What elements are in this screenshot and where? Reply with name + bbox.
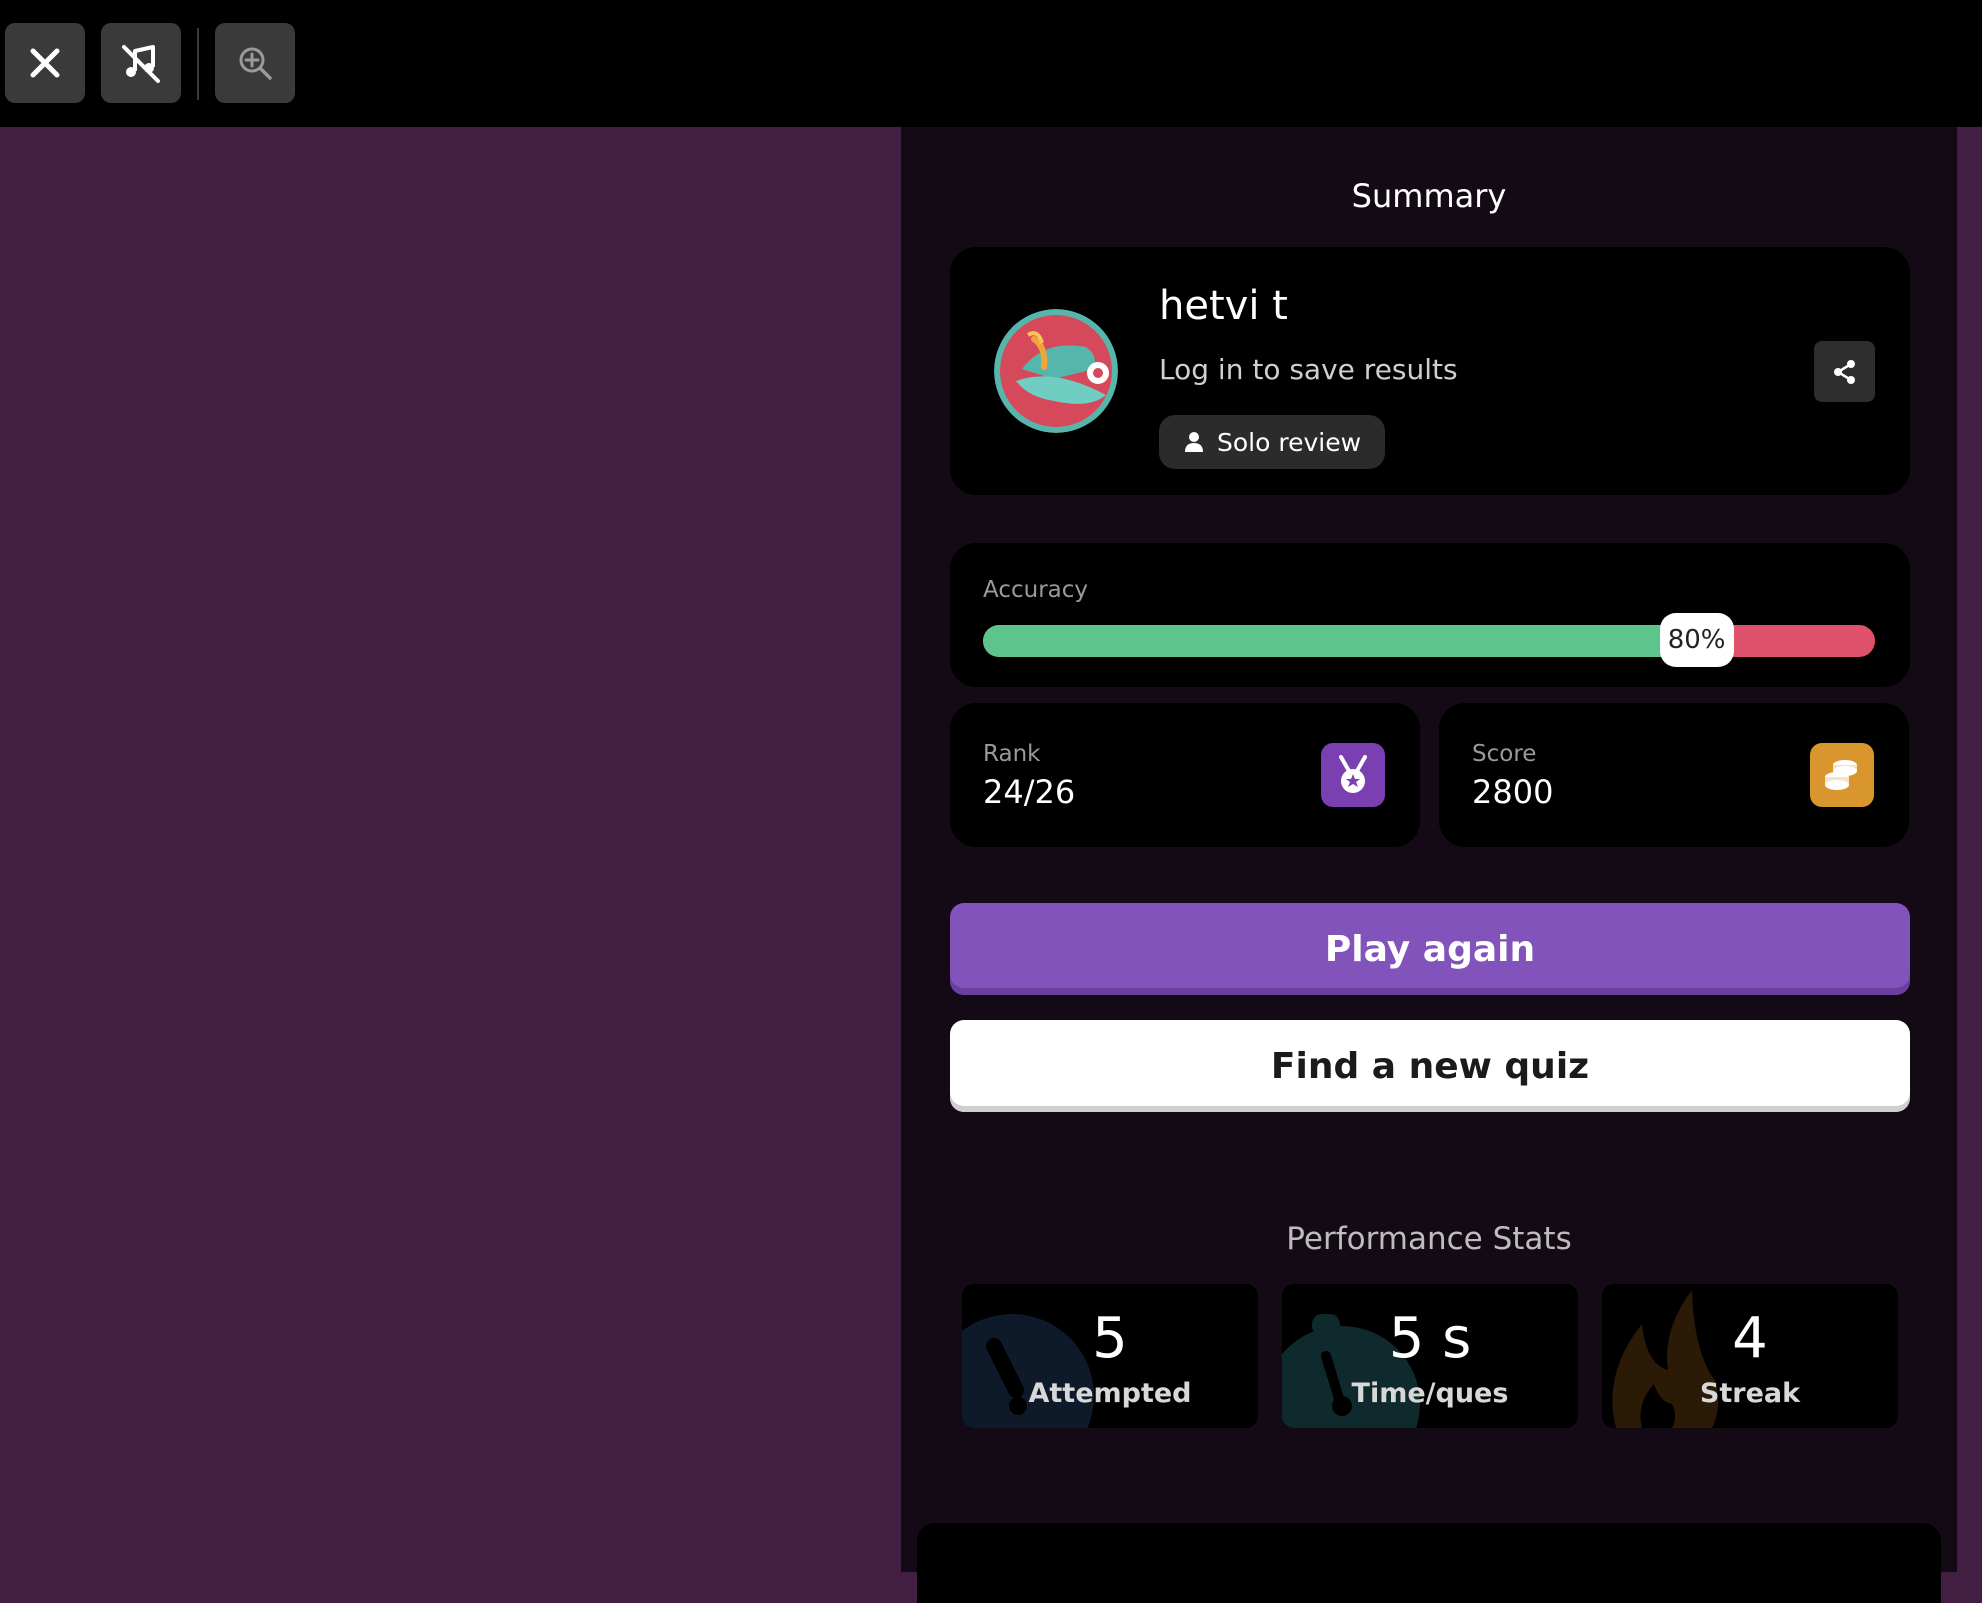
accuracy-fill xyxy=(983,625,1697,657)
streak-card: 4 Streak xyxy=(1602,1284,1898,1428)
username: hetvi t xyxy=(1159,283,1288,329)
accuracy-percent: 80% xyxy=(1659,613,1734,667)
top-toolbar xyxy=(0,0,1982,127)
accuracy-bar xyxy=(983,625,1875,657)
login-prompt-link[interactable]: Log in to save results xyxy=(1159,353,1458,386)
close-button[interactable] xyxy=(5,23,85,103)
attempted-card: 5 Attempted xyxy=(962,1284,1258,1428)
toolbar-divider xyxy=(197,28,199,100)
mode-label: Solo review xyxy=(1216,427,1362,457)
background-area xyxy=(0,127,901,1572)
avatar-hat-icon xyxy=(994,309,1118,433)
rank-label: Rank xyxy=(983,741,1041,767)
streak-label: Streak xyxy=(1699,1378,1801,1409)
mute-music-button[interactable] xyxy=(101,23,181,103)
attempted-label: Attempted xyxy=(1028,1378,1192,1409)
time-value: 5 s xyxy=(1388,1306,1472,1371)
bottom-card xyxy=(917,1523,1941,1603)
score-card: Score 2800 xyxy=(1439,703,1909,847)
zoom-in-icon xyxy=(239,47,272,80)
time-label: Time/ques xyxy=(1351,1378,1509,1409)
share-icon xyxy=(1833,359,1855,384)
summary-title: Summary xyxy=(1351,177,1507,215)
accuracy-label: Accuracy xyxy=(983,577,1089,603)
medal-icon xyxy=(1339,755,1367,793)
coins-icon xyxy=(1825,760,1857,790)
streak-value: 4 xyxy=(1732,1306,1768,1371)
accuracy-card: Accuracy 80% xyxy=(950,543,1910,687)
coins-icon-box xyxy=(1810,743,1874,807)
user-icon xyxy=(1184,432,1203,452)
summary-panel: Summary hetvi t Log in to save results S… xyxy=(901,127,1957,1603)
time-card: 5 s Time/ques xyxy=(1282,1284,1578,1428)
find-new-quiz-button[interactable]: Find a new quiz xyxy=(950,1020,1910,1112)
attempted-value: 5 xyxy=(1092,1306,1128,1371)
avatar xyxy=(994,309,1118,433)
rank-card: Rank 24/26 xyxy=(950,703,1420,847)
mode-badge: Solo review xyxy=(1159,415,1385,469)
background-strip xyxy=(1957,127,1982,1572)
close-icon xyxy=(30,48,60,78)
zoom-button[interactable] xyxy=(215,23,295,103)
rank-value: 24/26 xyxy=(983,773,1076,811)
share-button[interactable] xyxy=(1814,341,1875,402)
score-label: Score xyxy=(1472,741,1537,767)
music-off-icon xyxy=(122,45,160,83)
play-again-button[interactable]: Play again xyxy=(950,903,1910,995)
performance-title: Performance Stats xyxy=(1286,1221,1572,1257)
medal-icon-box xyxy=(1321,743,1385,807)
profile-card: hetvi t Log in to save results Solo revi… xyxy=(950,247,1910,495)
score-value: 2800 xyxy=(1472,773,1554,811)
